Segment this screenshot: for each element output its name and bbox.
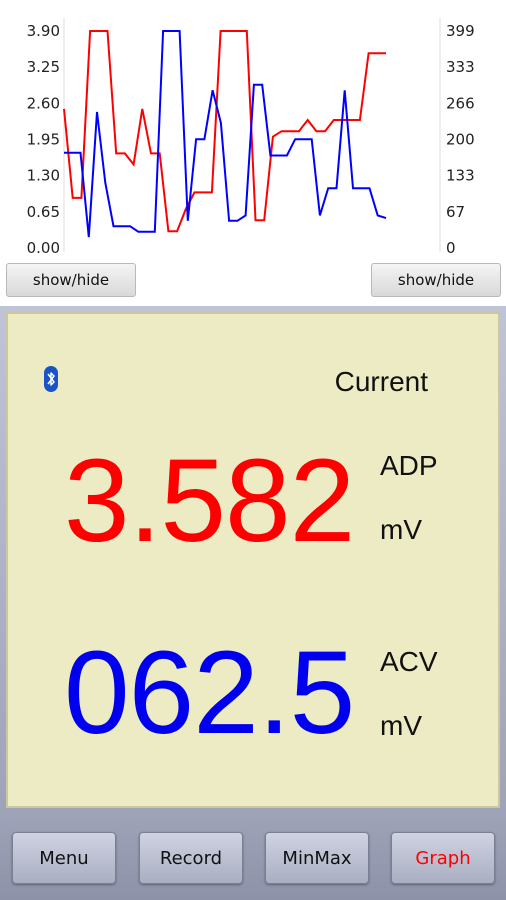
right-axis-tick: 333 bbox=[446, 58, 475, 76]
left-axis-tick: 3.25 bbox=[27, 58, 60, 76]
meter-face: Current 3.582 ADP mV 062.5 ACV mV bbox=[6, 312, 500, 808]
left-axis-tick: 0.00 bbox=[27, 239, 60, 257]
graph-button[interactable]: Graph bbox=[391, 832, 495, 884]
primary-unit-label: mV bbox=[380, 514, 422, 545]
secondary-unit-label: mV bbox=[380, 710, 422, 741]
right-axis-tick: 266 bbox=[446, 94, 475, 112]
right-axis-tick: 67 bbox=[446, 203, 465, 221]
primary-function-label: ADP bbox=[380, 450, 438, 481]
graph-panel: 3.90 3.25 2.60 1.95 1.30 0.65 0.00 399 333 266 20… bbox=[0, 0, 506, 306]
right-axis-tick: 133 bbox=[446, 167, 475, 185]
primary-reading: 3.582 bbox=[64, 435, 355, 567]
right-axis-tick: 0 bbox=[446, 239, 456, 257]
line-chart: 3.90 3.25 2.60 1.95 1.30 0.65 0.00 399 333 266 20… bbox=[27, 18, 475, 257]
left-axis-tick: 1.30 bbox=[27, 167, 60, 185]
bottom-toolbar: Menu Record MinMax Graph bbox=[0, 814, 506, 900]
secondary-reading: 062.5 bbox=[64, 627, 355, 759]
left-axis-tick: 2.60 bbox=[27, 94, 60, 112]
menu-button[interactable]: Menu bbox=[12, 832, 116, 884]
left-axis-tick: 0.65 bbox=[27, 203, 60, 221]
show-hide-left-button[interactable]: show/hide bbox=[6, 263, 136, 297]
minmax-button[interactable]: MinMax bbox=[265, 832, 369, 884]
left-axis-tick: 1.95 bbox=[27, 131, 60, 149]
right-axis-tick: 200 bbox=[446, 131, 475, 149]
mode-label: Current bbox=[334, 366, 428, 397]
meter-display: Current 3.582 ADP mV 062.5 ACV mV bbox=[0, 306, 506, 814]
bluetooth-icon bbox=[44, 366, 58, 392]
secondary-function-label: ACV bbox=[380, 646, 438, 677]
series-blue-line bbox=[64, 30, 387, 238]
left-axis-tick: 3.90 bbox=[27, 22, 60, 40]
series-red-line bbox=[63, 30, 386, 233]
right-axis-tick: 399 bbox=[446, 22, 475, 40]
record-button[interactable]: Record bbox=[139, 832, 243, 884]
show-hide-right-button[interactable]: show/hide bbox=[371, 263, 501, 297]
